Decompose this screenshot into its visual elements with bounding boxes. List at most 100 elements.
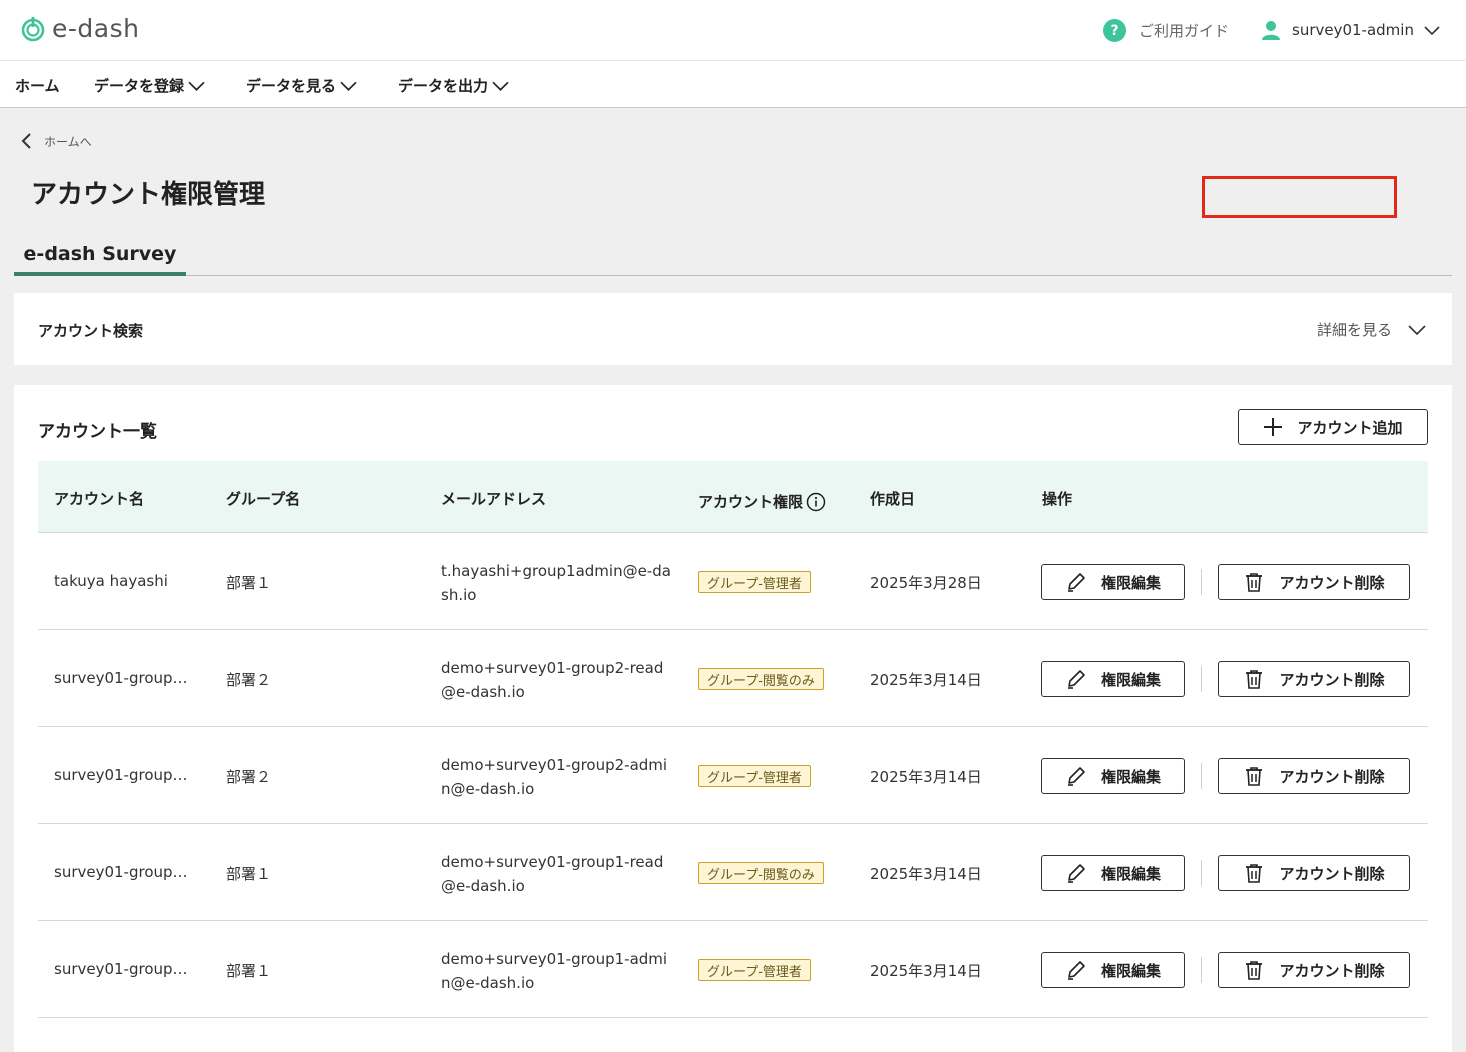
col-account-role-label: アカウント権限 — [698, 493, 804, 511]
power-logo-icon — [21, 16, 45, 41]
chevron-down-icon — [1408, 324, 1426, 335]
nav-register-label: データを登録 — [94, 77, 185, 95]
user-menu[interactable]: survey01-admin — [1260, 19, 1440, 41]
trash-icon — [1246, 767, 1263, 786]
tab-divider — [186, 275, 1452, 276]
delete-account-button[interactable]: アカウント削除 — [1218, 855, 1410, 891]
delete-account-label: アカウント削除 — [1279, 768, 1385, 786]
add-account-label: アカウント追加 — [1297, 419, 1403, 437]
search-title: アカウント検索 — [38, 322, 144, 340]
user-icon — [1262, 21, 1280, 40]
chevron-down-icon — [340, 81, 357, 91]
show-details-toggle[interactable]: 詳細を見る — [1317, 319, 1426, 340]
edit-permission-button[interactable]: 権限編集 — [1041, 952, 1185, 988]
pencil-icon — [1067, 670, 1085, 689]
action-separator — [1201, 763, 1202, 789]
table-row: takuya hayashi 部署１ t.hayashi+group1admin@e… — [38, 533, 1428, 630]
info-icon[interactable] — [806, 492, 826, 512]
chevron-left-icon — [21, 133, 31, 149]
account-list-panel: アカウント一覧 アカウント追加 アカウント名 グループ名 メールアドレス アカウ… — [14, 385, 1452, 1052]
edit-permission-button[interactable]: 権限編集 — [1041, 855, 1185, 891]
delete-account-label: アカウント削除 — [1279, 671, 1385, 689]
email: demo+survey01-group1-admin@e-dash.io — [441, 950, 668, 992]
account-search-panel: アカウント検索 詳細を見る — [14, 293, 1452, 365]
col-created-date: 作成日 — [870, 490, 916, 508]
tab-e-dash-survey[interactable]: e-dash Survey — [14, 236, 186, 276]
created-date: 2025年3月14日 — [870, 768, 982, 786]
nav-register-data[interactable]: データを登録 — [94, 75, 205, 96]
user-name: survey01-admin — [1292, 21, 1414, 39]
created-date: 2025年3月14日 — [870, 671, 982, 689]
add-account-button[interactable]: アカウント追加 — [1238, 409, 1428, 445]
back-to-home-link[interactable]: ホームへ — [20, 132, 92, 150]
col-account-role: アカウント権限 — [698, 491, 826, 512]
delete-account-label: アカウント削除 — [1279, 574, 1385, 592]
guide-label: ご利用ガイド — [1139, 22, 1230, 40]
nav-export-label: データを出力 — [398, 77, 489, 95]
table-header: アカウント名 グループ名 メールアドレス アカウント権限 作成日 操作 — [38, 461, 1428, 533]
role-badge: グループ-管理者 — [698, 765, 811, 787]
trash-icon — [1246, 670, 1263, 689]
account-name: survey01-group1-read — [54, 863, 194, 881]
group-name: 部署１ — [226, 962, 272, 980]
table-row: survey01-group2-admin 部署２ demo+survey01-gr… — [38, 727, 1428, 824]
account-name: survey01-group2-read — [54, 669, 194, 687]
question-icon: ? — [1103, 19, 1126, 42]
trash-icon — [1246, 864, 1263, 883]
edit-permission-label: 権限編集 — [1100, 768, 1161, 786]
logo-text: e-dash — [52, 14, 140, 43]
role-badge: グループ-管理者 — [698, 959, 811, 981]
nav-export-data[interactable]: データを出力 — [398, 75, 509, 96]
col-group-name: グループ名 — [226, 490, 301, 508]
table-row: survey01-group1-admin 部署１ demo+survey01-gr… — [38, 921, 1428, 1018]
email: t.hayashi+group1admin@e-dash.io — [441, 562, 671, 604]
edit-permission-button[interactable]: 権限編集 — [1041, 564, 1185, 600]
pencil-icon — [1067, 767, 1085, 786]
delete-account-button[interactable]: アカウント削除 — [1218, 564, 1410, 600]
edit-permission-label: 権限編集 — [1100, 962, 1161, 980]
action-separator — [1201, 957, 1202, 983]
delete-account-label: アカウント削除 — [1279, 865, 1385, 883]
nav-view-label: データを見る — [246, 77, 337, 95]
delete-account-label: アカウント削除 — [1279, 962, 1385, 980]
group-name: 部署１ — [226, 865, 272, 883]
plus-icon — [1264, 418, 1283, 436]
action-separator — [1201, 666, 1202, 692]
delete-account-button[interactable]: アカウント削除 — [1218, 661, 1410, 697]
details-label: 詳細を見る — [1316, 321, 1392, 339]
account-name: survey01-group1-admin — [54, 960, 194, 978]
edit-permission-button[interactable]: 権限編集 — [1041, 661, 1185, 697]
delete-account-button[interactable]: アカウント削除 — [1218, 952, 1410, 988]
edit-permission-label: 権限編集 — [1100, 671, 1161, 689]
edit-permission-label: 権限編集 — [1100, 574, 1161, 592]
created-date: 2025年3月14日 — [870, 962, 982, 980]
main-nav: ホーム データを登録 データを見る データを出力 — [0, 60, 1466, 108]
table-row: survey01-group2-read 部署２ demo+survey01-gro… — [38, 630, 1428, 727]
chevron-down-icon — [188, 81, 205, 91]
group-name: 部署１ — [226, 574, 272, 592]
col-email: メールアドレス — [441, 490, 547, 508]
pencil-icon — [1067, 573, 1085, 592]
email: demo+survey01-group1-read@e-dash.io — [441, 853, 664, 895]
account-name: takuya hayashi — [54, 572, 168, 590]
pencil-icon — [1067, 961, 1085, 980]
created-date: 2025年3月28日 — [870, 574, 982, 592]
delete-account-button[interactable]: アカウント削除 — [1218, 758, 1410, 794]
col-account-name: アカウント名 — [54, 490, 145, 508]
help-guide-link[interactable]: ? ご利用ガイド — [1103, 19, 1229, 42]
chevron-down-icon — [492, 81, 509, 91]
trash-icon — [1246, 573, 1263, 592]
account-name: survey01-group2-admin — [54, 766, 194, 784]
nav-view-data[interactable]: データを見る — [246, 75, 357, 96]
nav-home[interactable]: ホーム — [15, 75, 60, 96]
edit-permission-button[interactable]: 権限編集 — [1041, 758, 1185, 794]
group-name: 部署２ — [226, 768, 272, 786]
list-title: アカウント一覧 — [38, 422, 157, 442]
trash-icon — [1246, 961, 1263, 980]
role-badge: グループ-管理者 — [698, 571, 811, 593]
logo[interactable]: e-dash — [20, 14, 139, 43]
delete-button-highlight — [1202, 176, 1397, 218]
table-row: survey01-group1-read 部署１ demo+survey01-gro… — [38, 824, 1428, 921]
action-separator — [1201, 569, 1202, 595]
chevron-down-icon — [1424, 26, 1440, 36]
